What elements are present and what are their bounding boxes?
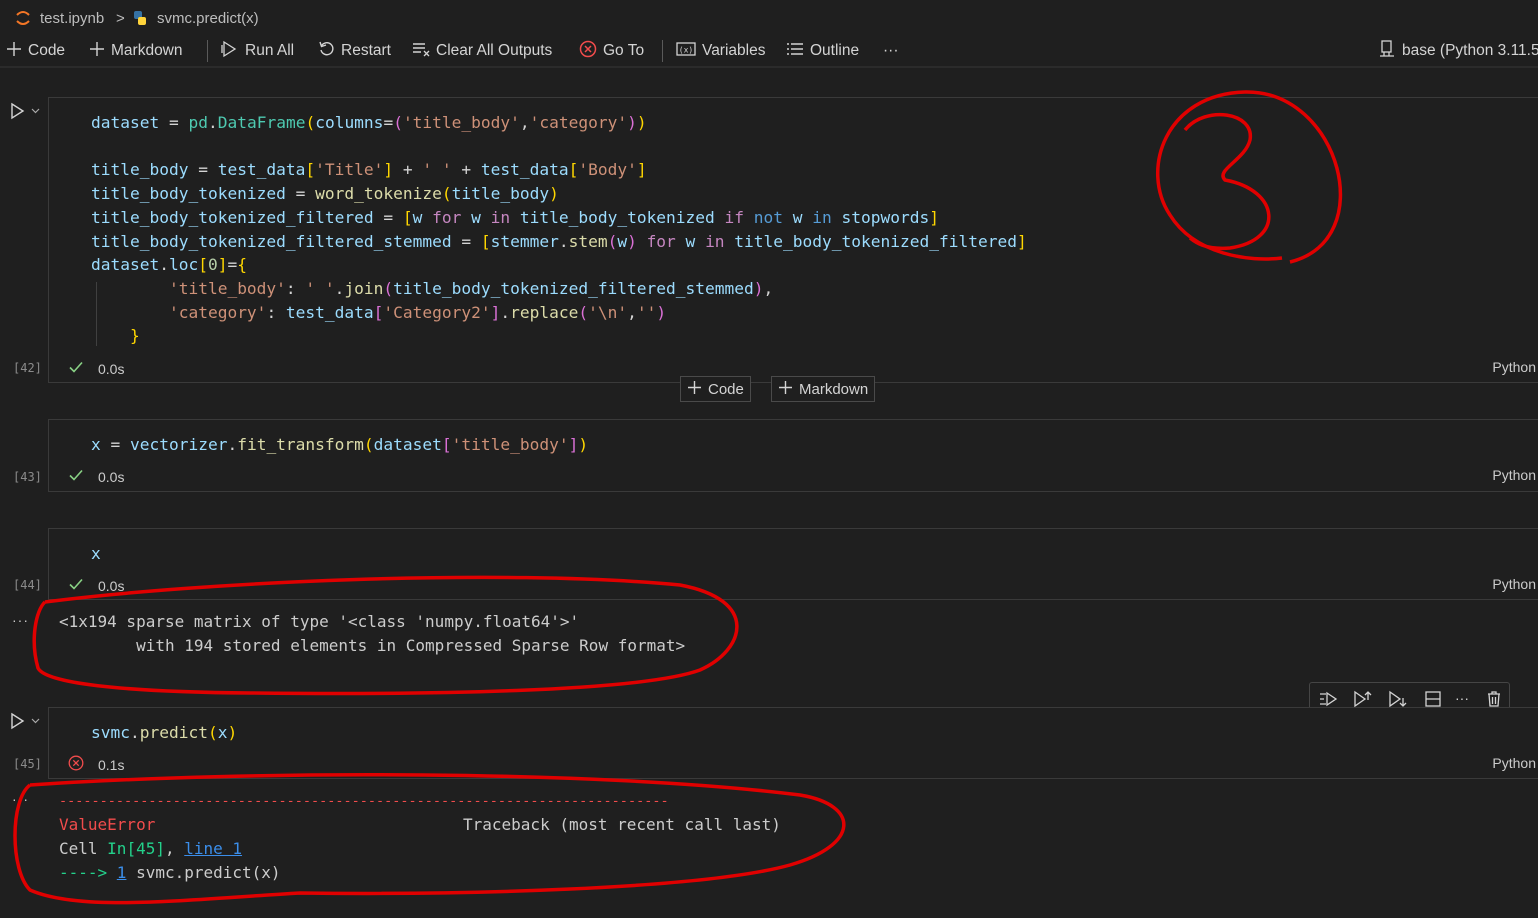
jupyter-icon bbox=[14, 9, 32, 27]
toolbar-divider bbox=[207, 40, 208, 62]
focus-indicator bbox=[0, 705, 3, 777]
cell-language[interactable]: Python bbox=[1492, 576, 1536, 592]
add-code-label: Code bbox=[28, 42, 66, 59]
split-cell-icon[interactable] bbox=[1423, 689, 1443, 709]
add-markdown-label: Markdown bbox=[111, 42, 183, 59]
error-icon bbox=[68, 755, 84, 774]
check-icon bbox=[68, 467, 84, 486]
cell-status: 0.0s bbox=[68, 359, 124, 378]
execution-count: [42] bbox=[13, 361, 42, 375]
cell-duration: 0.1s bbox=[98, 756, 125, 773]
outline-icon bbox=[786, 41, 804, 62]
variables-button[interactable]: (x) Variables bbox=[676, 40, 765, 62]
restart-label: Restart bbox=[341, 42, 391, 59]
execution-count: [44] bbox=[13, 578, 42, 592]
variables-label: Variables bbox=[702, 42, 766, 59]
insert-code-cell-button[interactable]: Code bbox=[680, 376, 751, 402]
error-output: ----------------------------------------… bbox=[59, 789, 781, 885]
cell-status: 0.0s bbox=[68, 467, 124, 486]
check-icon bbox=[68, 576, 84, 595]
insert-code-label: Code bbox=[708, 380, 744, 398]
traceback-label: Traceback (most recent call last) bbox=[463, 815, 781, 834]
cell-output: <1x194 sparse matrix of type '<class 'nu… bbox=[59, 610, 685, 658]
run-by-line-icon[interactable] bbox=[1318, 689, 1338, 709]
outline-label: Outline bbox=[810, 42, 860, 59]
kernel-picker[interactable]: base (Python 3.11.5) bbox=[1378, 39, 1538, 63]
variables-icon: (x) bbox=[676, 41, 696, 62]
cell-source[interactable]: dataset = pd.DataFrame(columns=('title_b… bbox=[91, 111, 1027, 348]
error-name: ValueError bbox=[59, 815, 156, 834]
execution-count: [43] bbox=[13, 470, 42, 484]
cell-source[interactable]: x = vectorizer.fit_transform(dataset['ti… bbox=[91, 433, 588, 457]
add-markdown-button[interactable]: Markdown bbox=[89, 40, 183, 62]
output-more-button[interactable]: ··· bbox=[12, 791, 29, 807]
run-above-icon[interactable] bbox=[1352, 689, 1372, 709]
delete-cell-icon[interactable] bbox=[1484, 689, 1504, 709]
add-code-button[interactable]: Code bbox=[6, 40, 65, 62]
indent-guide bbox=[96, 282, 97, 346]
run-cell-icon[interactable] bbox=[10, 711, 40, 731]
kernel-label: base (Python 3.11.5) bbox=[1402, 42, 1538, 59]
line-number-link[interactable]: 1 bbox=[117, 863, 127, 882]
cell-status: 0.0s bbox=[68, 576, 124, 595]
cell-duration: 0.0s bbox=[98, 468, 125, 485]
cell-editor[interactable] bbox=[48, 707, 1538, 779]
clear-all-outputs-label: Clear All Outputs bbox=[436, 42, 553, 59]
clear-outputs-icon bbox=[412, 41, 430, 62]
output-more-button[interactable]: ··· bbox=[12, 612, 29, 628]
breadcrumb-symbol[interactable]: svmc.predict(x) bbox=[157, 10, 259, 27]
kernel-icon bbox=[1378, 39, 1396, 63]
go-to-button[interactable]: Go To bbox=[579, 40, 644, 62]
run-all-label: Run All bbox=[245, 42, 295, 59]
cell-editor[interactable] bbox=[48, 528, 1538, 600]
notebook-toolbar: Code Markdown Run All Restart Clear All … bbox=[0, 36, 1538, 66]
toolbar-divider bbox=[662, 40, 663, 62]
insert-markdown-cell-button[interactable]: Markdown bbox=[771, 376, 876, 402]
cell-source[interactable]: svmc.predict(x) bbox=[91, 721, 237, 745]
output-line: with 194 stored elements in Compressed S… bbox=[59, 636, 686, 655]
breadcrumb: test.ipynb > svmc.predict(x) bbox=[0, 0, 1538, 36]
outline-button[interactable]: Outline bbox=[786, 40, 859, 62]
more-cell-actions-icon[interactable]: ··· bbox=[1455, 689, 1475, 709]
line-link[interactable]: line 1 bbox=[184, 839, 242, 858]
plus-icon bbox=[687, 380, 702, 399]
cell-duration: 0.0s bbox=[98, 360, 125, 377]
cell-ref-comma: , bbox=[164, 839, 185, 858]
cell-duration: 0.0s bbox=[98, 577, 125, 594]
cell-language[interactable]: Python bbox=[1492, 359, 1536, 375]
more-label: ··· bbox=[883, 42, 899, 59]
cell-language[interactable]: Python bbox=[1492, 467, 1536, 483]
execution-count: [45] bbox=[13, 757, 42, 771]
clear-all-outputs-button[interactable]: Clear All Outputs bbox=[412, 40, 552, 62]
insert-markdown-label: Markdown bbox=[799, 380, 869, 398]
traceback-code: svmc.predict(x) bbox=[126, 863, 281, 882]
toolbar-border bbox=[0, 66, 1538, 68]
breadcrumb-separator: > bbox=[116, 10, 125, 27]
restart-button[interactable]: Restart bbox=[318, 40, 391, 62]
traceback-rule: ----------------------------------------… bbox=[59, 793, 669, 809]
tab-strip bbox=[0, 0, 340, 2]
cell-status: 0.1s bbox=[68, 755, 124, 774]
output-line: <1x194 sparse matrix of type '<class 'nu… bbox=[59, 612, 580, 631]
python-icon bbox=[132, 10, 148, 26]
traceback-arrow: ----> bbox=[59, 863, 117, 882]
run-all-button[interactable]: Run All bbox=[221, 40, 294, 62]
run-all-icon bbox=[221, 40, 239, 63]
cell-prefix: Cell bbox=[59, 839, 108, 858]
cell-ref: In[45] bbox=[107, 839, 165, 858]
plus-icon bbox=[778, 380, 793, 399]
error-circle-icon bbox=[579, 40, 597, 63]
go-to-label: Go To bbox=[603, 42, 645, 59]
cell-language[interactable]: Python bbox=[1492, 755, 1536, 771]
run-below-icon[interactable] bbox=[1387, 689, 1407, 709]
restart-icon bbox=[318, 40, 335, 62]
plus-icon bbox=[6, 41, 22, 62]
breadcrumb-file[interactable]: test.ipynb bbox=[40, 10, 104, 27]
run-cell-icon[interactable] bbox=[10, 101, 40, 121]
svg-text:(x): (x) bbox=[679, 45, 693, 54]
cell-source[interactable]: x bbox=[91, 542, 101, 566]
check-icon bbox=[68, 359, 84, 378]
plus-icon bbox=[89, 41, 105, 62]
more-actions-button[interactable]: ··· bbox=[883, 40, 899, 62]
